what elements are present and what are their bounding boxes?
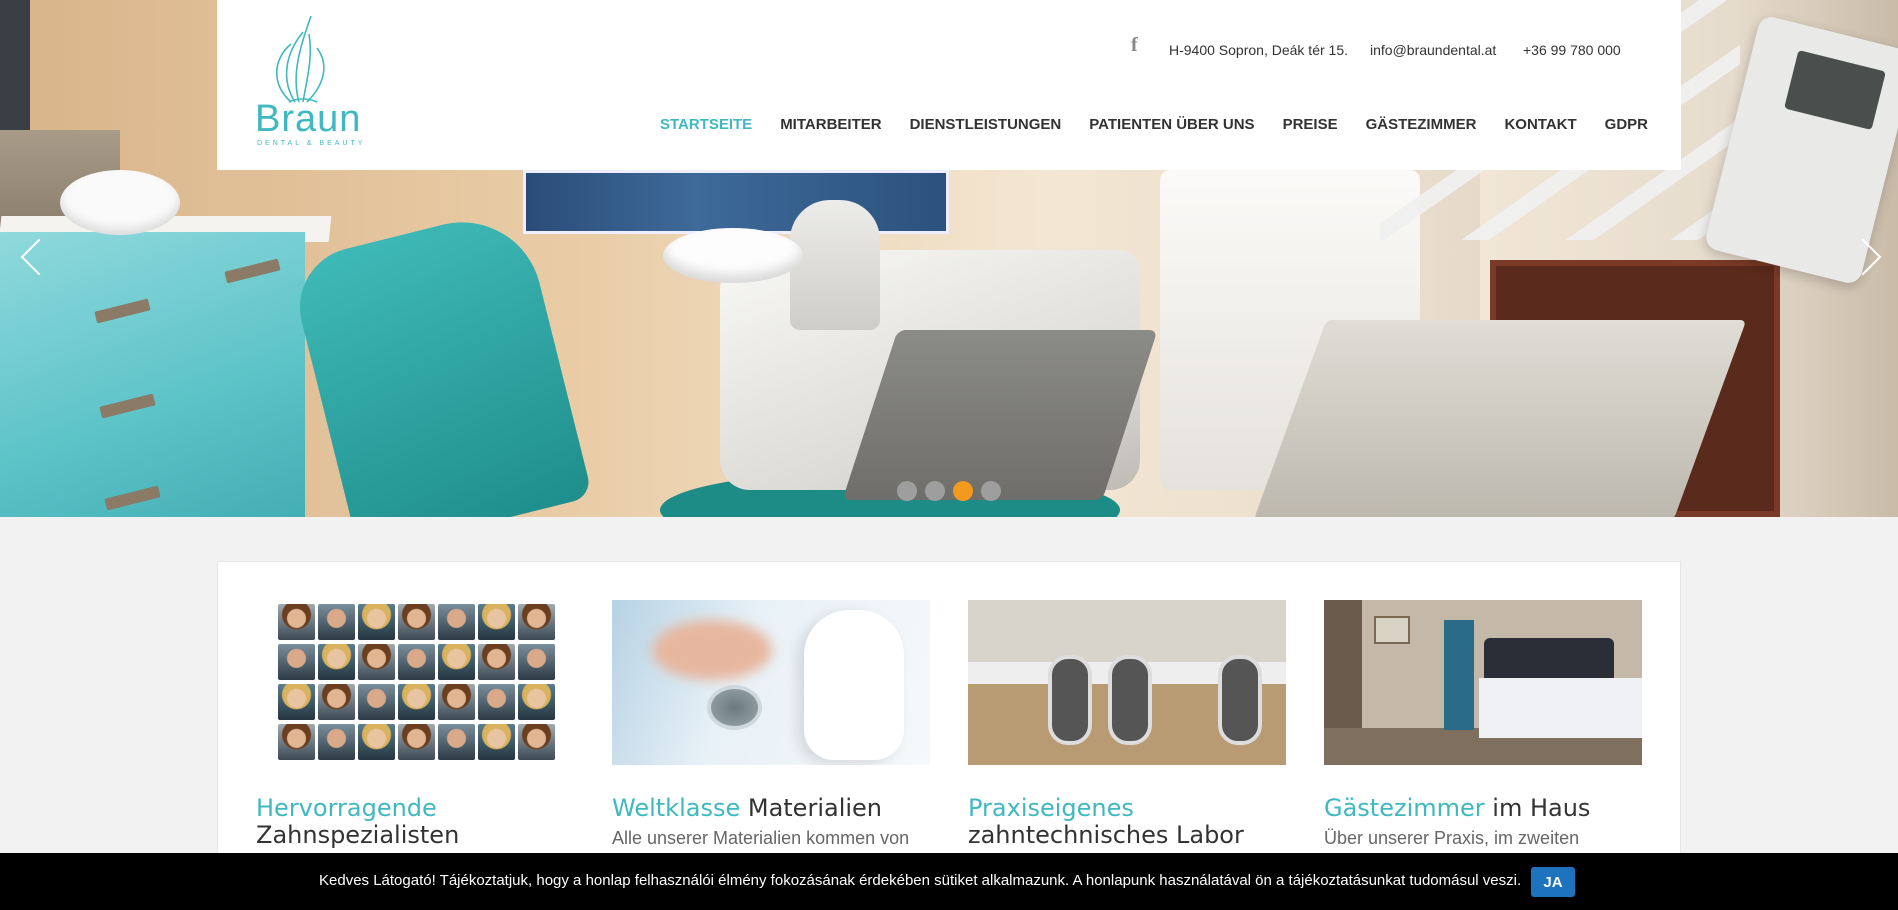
- nav-preise[interactable]: PREISE: [1283, 116, 1338, 133]
- team-member-photo: [398, 604, 435, 640]
- photo-door: [1444, 620, 1474, 730]
- team-member-photo: [518, 644, 555, 680]
- slider-dot-2[interactable]: [925, 481, 945, 501]
- slider-pagination: [897, 481, 1001, 501]
- team-member-photo: [278, 644, 315, 680]
- team-member-photo: [478, 724, 515, 760]
- main-nav: STARTSEITE MITARBEITER DIENSTLEISTUNGEN …: [660, 116, 1648, 133]
- feature-title-highlight: Weltklasse: [612, 794, 741, 822]
- slider-dot-3[interactable]: [953, 481, 973, 501]
- cookie-bar: Kedves Látogató! Tájékoztatjuk, hogy a h…: [0, 853, 1898, 910]
- header-address: H-9400 Sopron, Deák tér 15.: [1169, 42, 1348, 58]
- feature-title-rest: zahntechnisches Labor: [968, 821, 1244, 849]
- team-member-photo: [518, 604, 555, 640]
- nav-dienstleistungen[interactable]: DIENSTLEISTUNGEN: [910, 116, 1062, 133]
- site-header: Braun DENTAL & BEAUTY f H-9400 Sopron, D…: [217, 0, 1681, 170]
- team-member-photo: [318, 604, 355, 640]
- slider-dot-1[interactable]: [897, 481, 917, 501]
- team-member-photo: [438, 644, 475, 680]
- tooth-photo[interactable]: [612, 600, 930, 765]
- photo-bed: [1479, 678, 1642, 738]
- team-member-photo: [358, 604, 395, 640]
- team-member-photo: [358, 724, 395, 760]
- cookie-message: Kedves Látogató! Tájékoztatjuk, hogy a h…: [319, 872, 1522, 889]
- nav-kontakt[interactable]: KONTAKT: [1504, 116, 1576, 133]
- feature-title-highlight: Gästezimmer: [1324, 794, 1485, 822]
- nav-gdpr[interactable]: GDPR: [1605, 116, 1648, 133]
- nav-startseite[interactable]: STARTSEITE: [660, 116, 752, 133]
- photo-dental-mirror: [707, 685, 762, 730]
- team-member-photo: [398, 684, 435, 720]
- lab-photo[interactable]: [968, 600, 1286, 765]
- hero-aquarium: [523, 170, 949, 234]
- hero-spittoon: [663, 228, 803, 283]
- team-member-photo: [358, 644, 395, 680]
- nav-patienten[interactable]: PATIENTEN ÜBER UNS: [1089, 116, 1254, 133]
- hero-sink: [60, 170, 180, 235]
- photo-hand: [652, 620, 772, 680]
- feature-text: Alle unserer Materialien kommen von: [612, 828, 910, 848]
- feature-card: Gästezimmer im Haus Über unserer Praxis,…: [1324, 600, 1644, 849]
- logo-wordmark: Braun: [255, 98, 362, 140]
- hero-unit-panel: [842, 330, 1158, 500]
- team-member-photo: [478, 684, 515, 720]
- team-member-photo: [398, 644, 435, 680]
- hero-tray: [1253, 320, 1747, 517]
- feature-title-highlight: Hervorragende: [256, 794, 437, 822]
- feature-title[interactable]: Hervorragende Zahnspezialisten: [256, 795, 576, 849]
- team-member-photo: [278, 724, 315, 760]
- team-member-photo: [318, 684, 355, 720]
- feature-card: Praxiseigenes zahntechnisches Labor: [968, 600, 1288, 849]
- team-member-photo: [438, 724, 475, 760]
- team-member-photo: [318, 724, 355, 760]
- cookie-accept-button[interactable]: JA: [1531, 867, 1575, 897]
- feature-title-rest: im Haus: [1492, 794, 1591, 822]
- logo-leaf-icon: [276, 15, 325, 103]
- team-member-photo: [438, 684, 475, 720]
- feature-title-highlight: Praxiseigenes: [968, 794, 1134, 822]
- photo-chair: [1108, 655, 1152, 745]
- team-member-photo: [278, 684, 315, 720]
- logo-tagline: DENTAL & BEAUTY: [257, 140, 366, 147]
- header-phone-link[interactable]: +36 99 780 000: [1523, 42, 1621, 58]
- photo-wall-picture: [1374, 616, 1410, 644]
- feature-card: Hervorragende Zahnspezialisten: [256, 600, 576, 849]
- hero-dental-chair: [287, 205, 593, 517]
- slider-prev-arrow-icon[interactable]: [18, 236, 48, 280]
- facebook-icon[interactable]: f: [1131, 34, 1138, 57]
- team-member-photo: [478, 604, 515, 640]
- feature-title[interactable]: Praxiseigenes zahntechnisches Labor: [968, 795, 1288, 849]
- feature-card: Weltklasse Materialien Alle unserer Mate…: [612, 600, 932, 849]
- slider-next-arrow-icon[interactable]: [1852, 236, 1882, 280]
- feature-title[interactable]: Weltklasse Materialien: [612, 795, 932, 822]
- feature-title-rest: Zahnspezialisten: [256, 821, 460, 849]
- team-member-photo: [518, 724, 555, 760]
- team-member-photo: [398, 724, 435, 760]
- guestroom-photo[interactable]: [1324, 600, 1642, 765]
- slider-dot-4[interactable]: [981, 481, 1001, 501]
- team-member-photo: [438, 604, 475, 640]
- photo-chair: [1048, 655, 1092, 745]
- nav-mitarbeiter[interactable]: MITARBEITER: [780, 116, 881, 133]
- hero-dark-corner: [0, 0, 30, 130]
- header-email-link[interactable]: info@braundental.at: [1370, 42, 1496, 58]
- team-member-photo: [358, 684, 395, 720]
- team-member-photo: [478, 644, 515, 680]
- feature-title-rest: Materialien: [747, 794, 883, 822]
- photo-tooth: [804, 610, 904, 760]
- team-member-photo: [518, 684, 555, 720]
- photo-chair: [1218, 655, 1262, 745]
- team-member-photo: [318, 644, 355, 680]
- team-photo-grid[interactable]: [256, 600, 574, 765]
- feature-title[interactable]: Gästezimmer im Haus: [1324, 795, 1644, 822]
- nav-gaestezimmer[interactable]: GÄSTEZIMMER: [1366, 116, 1477, 133]
- team-member-photo: [278, 604, 315, 640]
- hero-unit-arm: [790, 200, 880, 330]
- feature-text: Über unserer Praxis, im zweiten: [1324, 828, 1580, 848]
